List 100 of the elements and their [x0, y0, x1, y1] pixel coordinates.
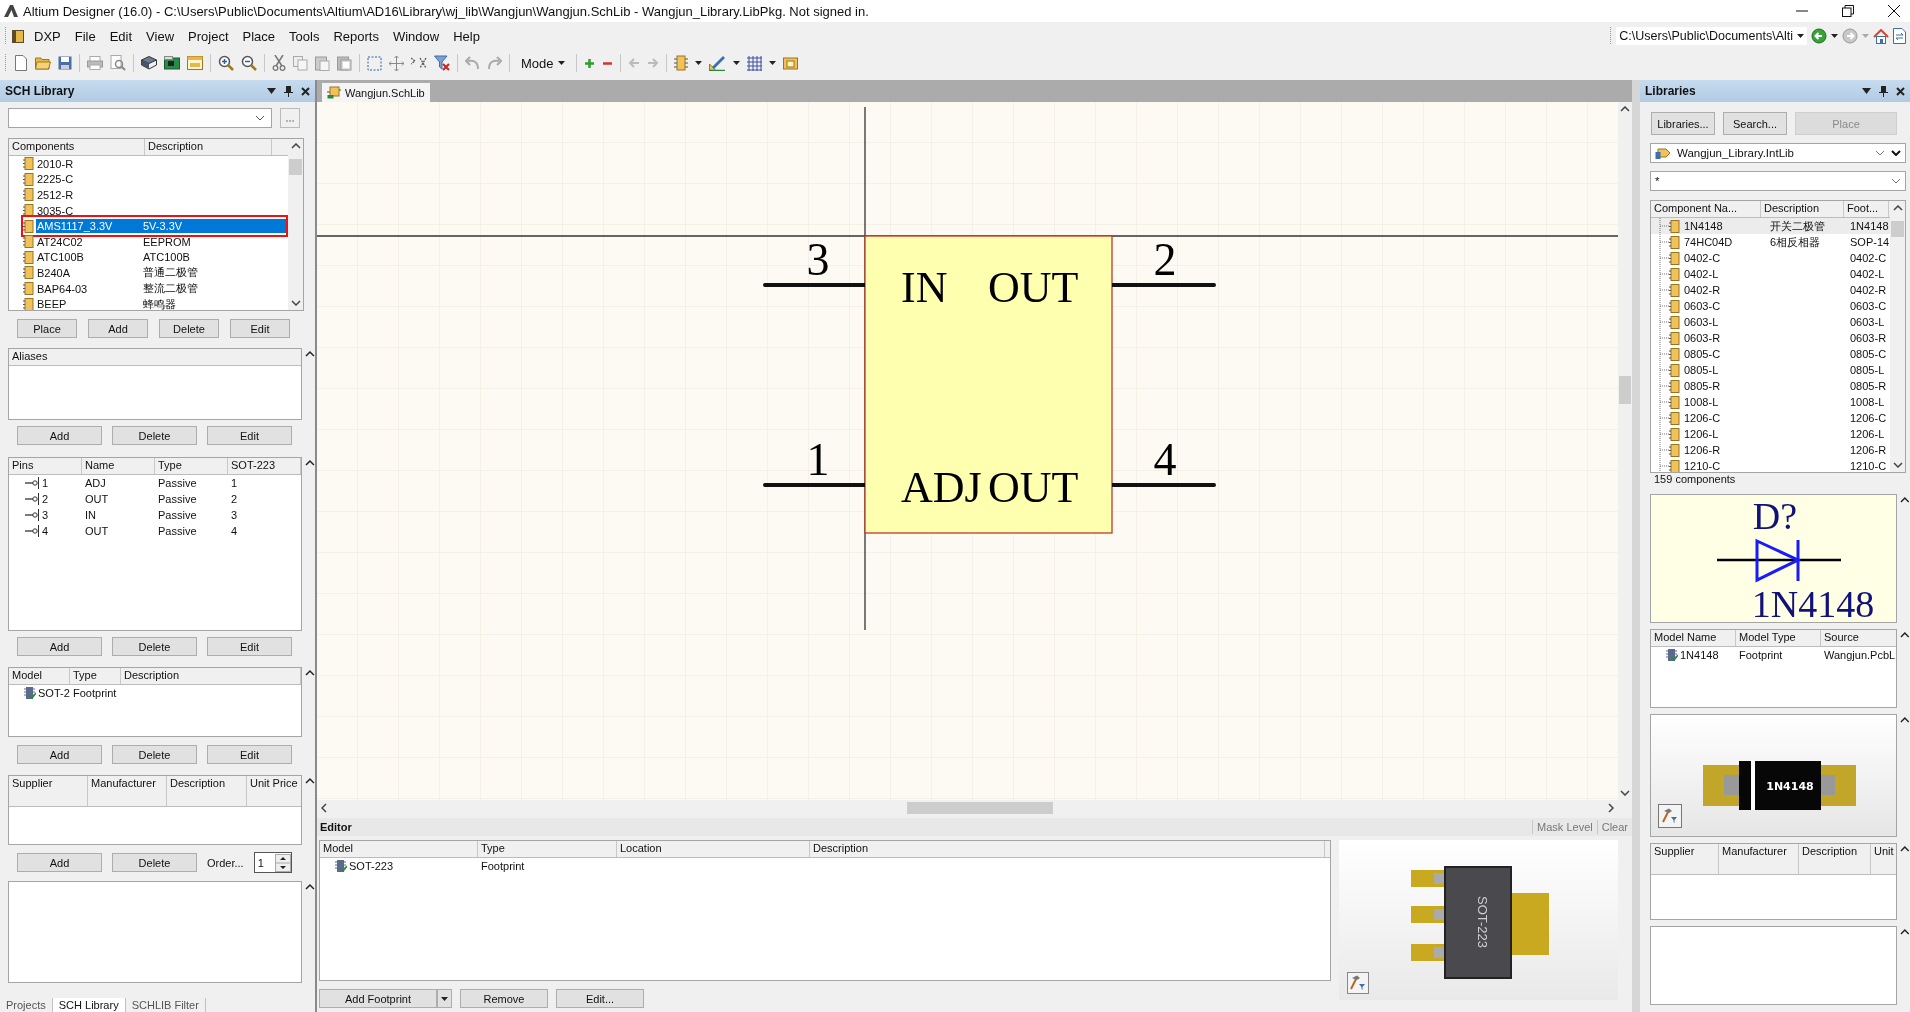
- menu-item[interactable]: Project: [183, 28, 234, 44]
- panel-button[interactable]: Add: [17, 426, 102, 445]
- panel-button[interactable]: Place: [17, 319, 77, 338]
- paste-icon[interactable]: [315, 55, 330, 71]
- collapse-icon[interactable]: [305, 883, 315, 890]
- list-row[interactable]: 1206-C 1206-C: [1651, 410, 1890, 426]
- close-icon[interactable]: [1888, 5, 1900, 17]
- collapse-icon[interactable]: [1900, 496, 1910, 503]
- list-row[interactable]: 1206-L 1206-L: [1651, 426, 1890, 442]
- pin-icon[interactable]: [1879, 85, 1888, 97]
- path-dropdown[interactable]: C:\Users\Public\Documents\Alti: [1616, 27, 1807, 45]
- new-file-icon[interactable]: [14, 55, 28, 71]
- list-row[interactable]: 0603-C 0603-C: [1651, 298, 1890, 314]
- panel-button[interactable]: Add: [88, 319, 148, 338]
- column-header[interactable]: Type: [155, 458, 228, 474]
- menu-item[interactable]: File: [69, 28, 101, 44]
- column-header[interactable]: Model: [9, 668, 70, 684]
- print-preview-icon[interactable]: [110, 55, 126, 71]
- paste-icon[interactable]: [337, 55, 352, 71]
- editor-button[interactable]: Edit...: [556, 989, 644, 1008]
- collapse-icon[interactable]: [1900, 928, 1910, 935]
- list-row[interactable]: 0402-C 0402-C: [1651, 250, 1890, 266]
- column-header[interactable]: Foot...: [1844, 201, 1889, 217]
- menu-item[interactable]: Help: [448, 28, 485, 44]
- list-row[interactable]: 1N4148 开关二极管 1N4148: [1651, 218, 1890, 234]
- move-icon[interactable]: [389, 55, 404, 71]
- column-header[interactable]: Description: [167, 776, 247, 806]
- panel-button[interactable]: Add: [17, 637, 102, 656]
- mode-dropdown[interactable]: Mode: [517, 55, 569, 71]
- column-header[interactable]: Source: [1821, 630, 1897, 646]
- column-header[interactable]: Unit: [1871, 844, 1897, 874]
- list-row[interactable]: 0603-L 0603-L: [1651, 314, 1890, 330]
- panel-button[interactable]: Edit: [230, 319, 290, 338]
- window-icon[interactable]: [187, 56, 203, 70]
- collapse-icon[interactable]: [305, 669, 315, 676]
- list-row[interactable]: 2010-R: [36, 156, 288, 171]
- library-dropdown[interactable]: Wangjun_Library.IntLib: [1650, 143, 1906, 163]
- list-row[interactable]: B240A 普通二极管: [36, 265, 288, 280]
- column-header[interactable]: Manufacturer: [88, 776, 167, 806]
- column-header[interactable]: Model Name: [1651, 630, 1736, 646]
- list-row[interactable]: BEEP 蜂鸣器: [36, 297, 288, 310]
- panel-button[interactable]: Add: [17, 853, 102, 872]
- list-row[interactable]: 2512-R: [36, 188, 288, 202]
- list-row[interactable]: 74HC04D 6相反相器 SOP-14: [1651, 234, 1890, 250]
- column-header[interactable]: Description: [1761, 201, 1844, 217]
- zoom-out-icon[interactable]: [241, 55, 257, 71]
- scrollbar-thumb[interactable]: [907, 802, 1053, 814]
- printer-icon[interactable]: [87, 56, 103, 70]
- collapse-icon[interactable]: [305, 350, 315, 357]
- plus-icon[interactable]: [583, 57, 595, 69]
- column-header[interactable]: Component Na...: [1651, 201, 1761, 217]
- list-row[interactable]: 0402-L 0402-L: [1651, 266, 1890, 282]
- schematic-canvas[interactable]: 3 IN 1 ADJ 2 OUT 4 OUT: [317, 102, 1618, 800]
- menu-item[interactable]: View: [141, 28, 180, 44]
- panel-button[interactable]: Libraries...: [1651, 112, 1715, 135]
- toolbar-button[interactable]: Mask Level: [1532, 820, 1597, 834]
- list-row[interactable]: AT24C02 EEPROM: [36, 234, 288, 249]
- column-header[interactable]: Pins: [9, 458, 82, 474]
- list-row[interactable]: 0805-C 0805-C: [1651, 346, 1890, 362]
- column-header[interactable]: Model Type: [1736, 630, 1821, 646]
- menu-item[interactable]: Edit: [104, 28, 138, 44]
- menu-item[interactable]: Reports: [328, 28, 384, 44]
- menu-item[interactable]: DXP: [29, 28, 66, 44]
- panel-button[interactable]: Delete: [159, 319, 219, 338]
- list-row[interactable]: 0805-R 0805-R: [1651, 378, 1890, 394]
- filter-clear-icon[interactable]: [434, 55, 450, 71]
- list-row[interactable]: BAP64-03 整流二极管: [36, 281, 288, 296]
- zoom-in-icon[interactable]: [218, 55, 234, 71]
- column-header[interactable]: Unit Price: [247, 776, 302, 806]
- list-row[interactable]: 1008-L 1008-L: [1651, 394, 1890, 410]
- menu-item[interactable]: Window: [387, 28, 445, 44]
- collapse-icon[interactable]: [1900, 845, 1910, 852]
- list-row[interactable]: 2225-C: [36, 172, 288, 187]
- open-folder-icon[interactable]: [35, 56, 51, 70]
- restore-icon[interactable]: [1842, 5, 1854, 17]
- editor-button[interactable]: Remove: [460, 989, 548, 1008]
- collapse-icon[interactable]: [1900, 631, 1910, 638]
- panel-button[interactable]: Edit: [207, 426, 292, 445]
- column-header[interactable]: SOT-223: [228, 458, 301, 474]
- close-icon[interactable]: [301, 86, 310, 96]
- list-row[interactable]: 3035-C: [36, 203, 288, 218]
- caret-icon[interactable]: [1831, 34, 1838, 38]
- list-row[interactable]: 0805-L 0805-L: [1651, 362, 1890, 378]
- panel-button[interactable]: Delete: [112, 637, 197, 656]
- document-icon[interactable]: [1893, 28, 1906, 44]
- document-tab[interactable]: Wangjun.SchLib: [322, 83, 430, 102]
- panel-button[interactable]: Edit: [207, 637, 292, 656]
- column-header[interactable]: Supplier: [1651, 844, 1719, 874]
- column-header[interactable]: Description: [1799, 844, 1871, 874]
- column-header[interactable]: Components: [9, 139, 145, 155]
- cross-icon[interactable]: [411, 56, 427, 70]
- column-header[interactable]: Model: [320, 841, 478, 857]
- column-header[interactable]: Description: [145, 139, 272, 155]
- column-header[interactable]: Supplier: [9, 776, 88, 806]
- add-footprint-button[interactable]: Add Footprint: [319, 989, 437, 1008]
- scrollbar[interactable]: [1890, 201, 1905, 472]
- panel-button[interactable]: Add: [17, 745, 102, 764]
- scrollbar-thumb[interactable]: [1891, 221, 1904, 237]
- filter-field[interactable]: *: [1650, 171, 1906, 191]
- list-row[interactable]: 0603-R 0603-R: [1651, 330, 1890, 346]
